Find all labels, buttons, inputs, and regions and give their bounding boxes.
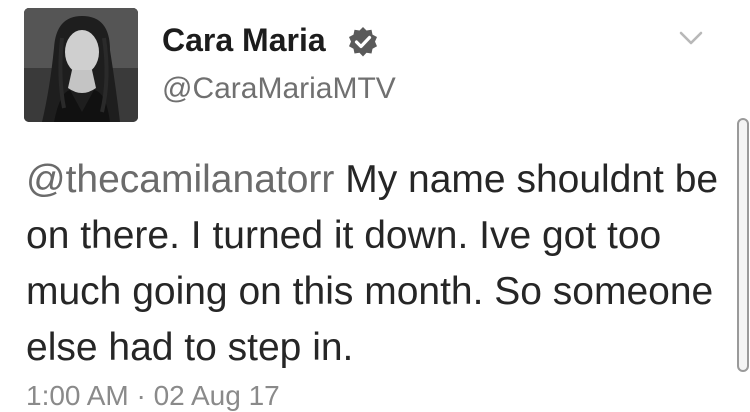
tweet-text: @thecamilanatorr My name shouldnt be on … xyxy=(26,152,726,376)
verified-badge-icon xyxy=(349,27,377,57)
profile-photo xyxy=(24,8,138,122)
scrollbar[interactable] xyxy=(737,118,749,372)
timestamp[interactable]: 1:00 AM · 02 Aug 17 xyxy=(26,380,280,412)
mention-link[interactable]: @thecamilanatorr xyxy=(26,158,334,201)
tweet-card: Cara Maria @CaraMariaMTV @thecamilanator… xyxy=(0,0,750,411)
avatar[interactable] xyxy=(24,8,138,122)
chevron-down-icon[interactable] xyxy=(678,28,704,48)
display-name[interactable]: Cara Maria xyxy=(162,22,326,59)
handle[interactable]: @CaraMariaMTV xyxy=(162,72,396,106)
